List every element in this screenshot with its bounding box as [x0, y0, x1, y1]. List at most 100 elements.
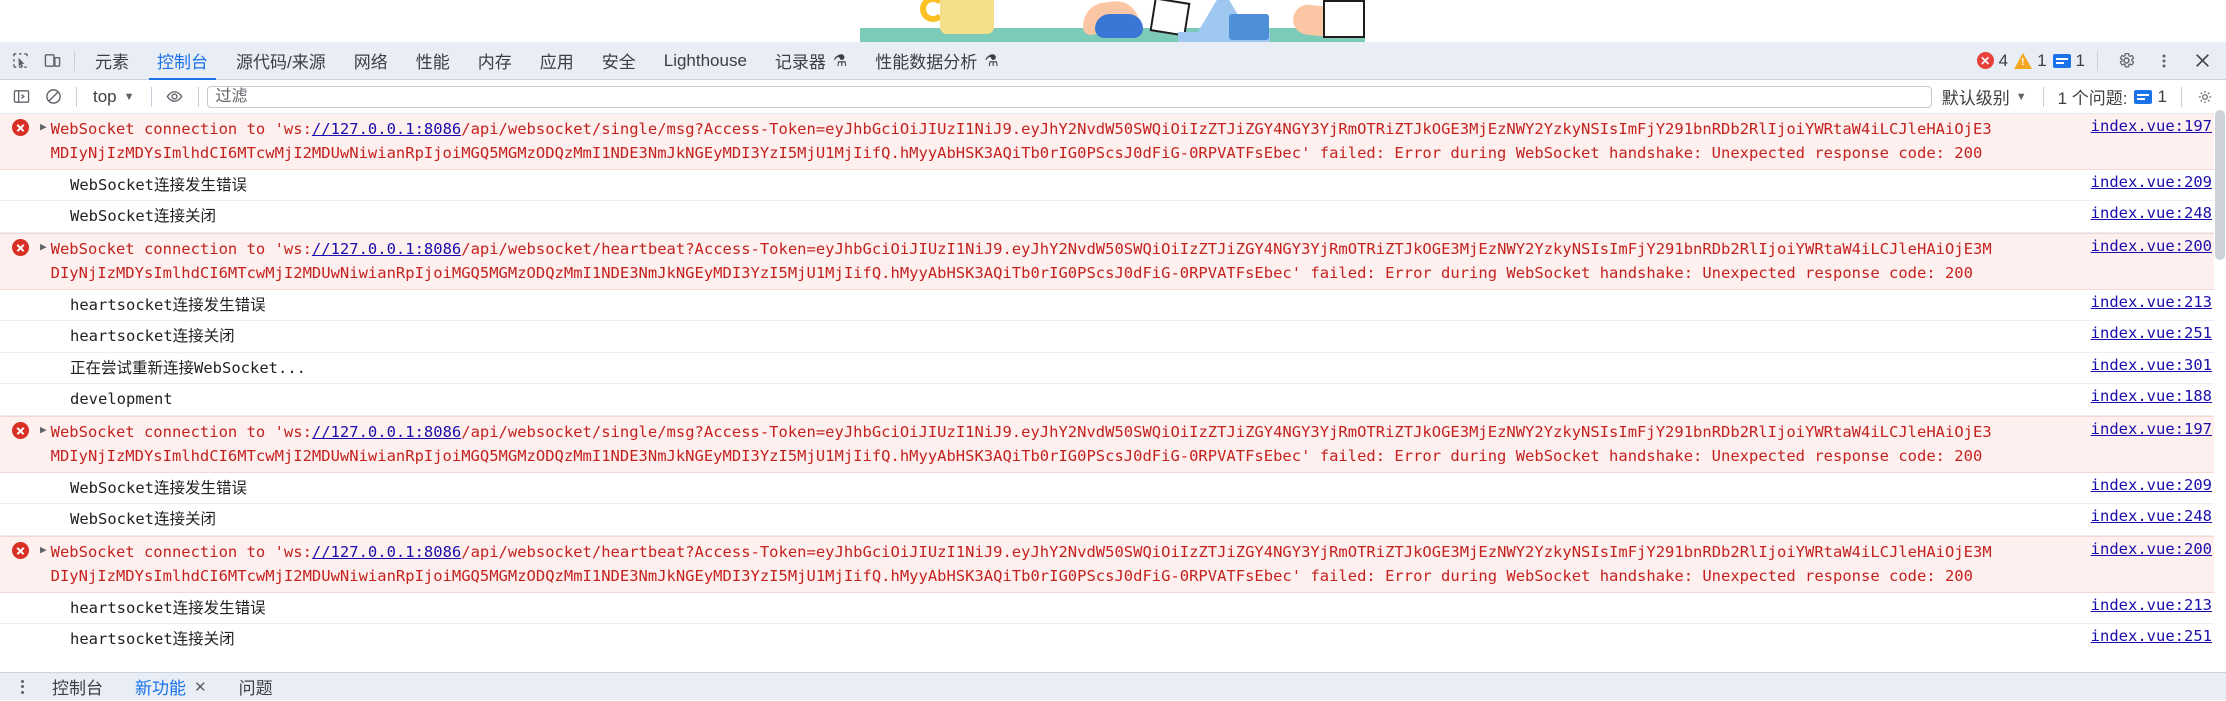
tab-performance[interactable]: 性能: [402, 42, 464, 80]
tab-console[interactable]: 控制台: [143, 42, 222, 80]
tab-elements[interactable]: 元素: [81, 42, 143, 80]
console-message-error[interactable]: ▶ WebSocket connection to 'ws://127.0.0.…: [0, 416, 2226, 473]
drawer-tab-whats-new[interactable]: 新功能 ✕: [121, 673, 221, 701]
tab-recorder[interactable]: 记录器 ⚗: [761, 42, 861, 80]
console-message-log[interactable]: heartsocket连接关闭 index.vue:251: [0, 321, 2226, 352]
expand-arrow-icon[interactable]: ▶: [40, 420, 47, 436]
drawer-tab-issues[interactable]: 问题: [225, 673, 287, 701]
source-link[interactable]: index.vue:209: [2091, 476, 2212, 494]
console-message-log[interactable]: WebSocket连接发生错误 index.vue:209: [0, 170, 2226, 201]
console-message-error[interactable]: ▶ WebSocket connection to 'ws://127.0.0.…: [0, 114, 2226, 170]
console-message-error[interactable]: ▶ WebSocket connection to 'ws://127.0.0.…: [0, 536, 2226, 593]
message-url[interactable]: //127.0.0.1:8086: [312, 120, 461, 138]
live-expression-icon[interactable]: [160, 84, 190, 110]
console-scrollbar[interactable]: [2214, 110, 2226, 672]
expand-arrow-icon[interactable]: ▶: [40, 237, 47, 253]
tab-memory[interactable]: 内存: [464, 42, 526, 80]
source-link[interactable]: index.vue:200: [2091, 540, 2212, 558]
console-sidebar-icon[interactable]: [6, 84, 36, 110]
close-icon[interactable]: [2186, 47, 2218, 75]
tab-label: 网络: [354, 48, 388, 73]
gear-icon[interactable]: [2190, 84, 2220, 110]
message-url[interactable]: //127.0.0.1:8086: [312, 240, 461, 258]
gear-icon[interactable]: [2110, 47, 2142, 75]
source-link[interactable]: index.vue:188: [2091, 387, 2212, 405]
message-gutter: [0, 420, 40, 439]
console-message-log[interactable]: development index.vue:188: [0, 384, 2226, 415]
source-link[interactable]: index.vue:197: [2091, 117, 2212, 135]
close-icon[interactable]: ✕: [194, 678, 207, 696]
execution-context-label: top: [93, 87, 117, 107]
log-level-selector[interactable]: 默认级别 ▼: [1934, 84, 2035, 109]
execution-context-selector[interactable]: top ▼: [85, 85, 143, 109]
source-link[interactable]: index.vue:251: [2091, 324, 2212, 342]
issues-summary[interactable]: 1 个问题: 1: [2052, 84, 2173, 109]
scrollbar-thumb[interactable]: [2215, 110, 2225, 260]
message-url[interactable]: //127.0.0.1:8086: [312, 543, 461, 561]
tab-sources[interactable]: 源代码/来源: [222, 42, 340, 80]
tab-lighthouse[interactable]: Lighthouse: [650, 42, 761, 80]
expand-arrow-icon[interactable]: ▶: [40, 117, 47, 133]
message-gutter: [0, 476, 40, 478]
page-content-strip: [0, 0, 2226, 42]
tab-security[interactable]: 安全: [588, 42, 650, 80]
flask-icon: ⚗: [984, 51, 998, 71]
device-toolbar-icon[interactable]: [36, 47, 68, 75]
kebab-menu-icon[interactable]: [2148, 47, 2180, 75]
message-text: WebSocket connection to 'ws://127.0.0.1:…: [51, 540, 2226, 589]
clear-console-icon[interactable]: [38, 84, 68, 110]
console-toolbar-divider-2: [151, 87, 152, 107]
source-link[interactable]: index.vue:197: [2091, 420, 2212, 438]
toolbar-divider: [74, 51, 75, 71]
info-count-badge[interactable]: 1: [2053, 51, 2085, 71]
source-link[interactable]: index.vue:248: [2091, 204, 2212, 222]
console-message-log[interactable]: WebSocket连接关闭 index.vue:248: [0, 201, 2226, 232]
source-link[interactable]: index.vue:209: [2091, 173, 2212, 191]
flask-icon: ⚗: [833, 51, 847, 71]
warning-count-badge[interactable]: 1: [2014, 51, 2046, 71]
source-link[interactable]: index.vue:213: [2091, 293, 2212, 311]
console-message-error[interactable]: ▶ WebSocket connection to 'ws://127.0.0.…: [0, 233, 2226, 290]
message-text: heartsocket连接发生错误: [40, 596, 2226, 620]
tab-label: 应用: [540, 48, 574, 73]
tab-label: 记录器: [775, 48, 826, 73]
source-link[interactable]: index.vue:248: [2091, 507, 2212, 525]
message-url[interactable]: //127.0.0.1:8086: [312, 423, 461, 441]
source-link[interactable]: index.vue:301: [2091, 356, 2212, 374]
expand-arrow-icon[interactable]: ▶: [40, 540, 47, 556]
inspect-element-icon[interactable]: [4, 47, 36, 75]
message-gutter: [0, 627, 40, 629]
console-message-log[interactable]: WebSocket连接发生错误 index.vue:209: [0, 473, 2226, 504]
console-message-list[interactable]: ▶ WebSocket connection to 'ws://127.0.0.…: [0, 114, 2226, 654]
message-text: heartsocket连接关闭: [40, 627, 2226, 651]
issues-label: 1 个问题:: [2058, 84, 2128, 109]
error-count-badge[interactable]: ✕ 4: [1977, 51, 2008, 71]
devtools-status-group: ✕ 4 1 1: [1977, 47, 2226, 75]
devtools-tabbar: 元素 控制台 源代码/来源 网络 性能 内存 应用 安全 Lighthouse …: [0, 42, 2226, 80]
drawer-more-icon[interactable]: [10, 676, 34, 698]
filter-input[interactable]: [207, 86, 1932, 108]
tab-performance-insights[interactable]: 性能数据分析 ⚗: [861, 42, 1012, 80]
message-text: WebSocket connection to 'ws://127.0.0.1:…: [51, 237, 2226, 286]
tab-label: 性能: [416, 48, 450, 73]
source-link[interactable]: index.vue:251: [2091, 627, 2212, 645]
console-message-log[interactable]: heartsocket连接关闭 index.vue:251: [0, 624, 2226, 654]
console-message-log[interactable]: heartsocket连接发生错误 index.vue:213: [0, 290, 2226, 321]
tab-network[interactable]: 网络: [340, 42, 402, 80]
tab-application[interactable]: 应用: [526, 42, 588, 80]
coffee-mug-icon: [940, 0, 994, 34]
tab-label: 元素: [95, 48, 129, 73]
source-link[interactable]: index.vue:213: [2091, 596, 2212, 614]
message-text: WebSocket连接关闭: [40, 204, 2226, 228]
console-message-log[interactable]: WebSocket连接关闭 index.vue:248: [0, 504, 2226, 535]
console-message-log[interactable]: heartsocket连接发生错误 index.vue:213: [0, 593, 2226, 624]
message-gutter: [0, 204, 40, 206]
source-link[interactable]: index.vue:200: [2091, 237, 2212, 255]
paper-sheet-right: [1323, 0, 1365, 38]
console-message-log[interactable]: 正在尝试重新连接WebSocket... index.vue:301: [0, 353, 2226, 384]
devtools-drawer-tabbar: 控制台 新功能 ✕ 问题: [0, 672, 2226, 700]
message-gutter: [0, 117, 40, 136]
drawer-tab-console[interactable]: 控制台: [38, 673, 117, 701]
warning-count-label: 1: [2037, 51, 2046, 71]
tab-label: 性能数据分析: [875, 48, 977, 73]
